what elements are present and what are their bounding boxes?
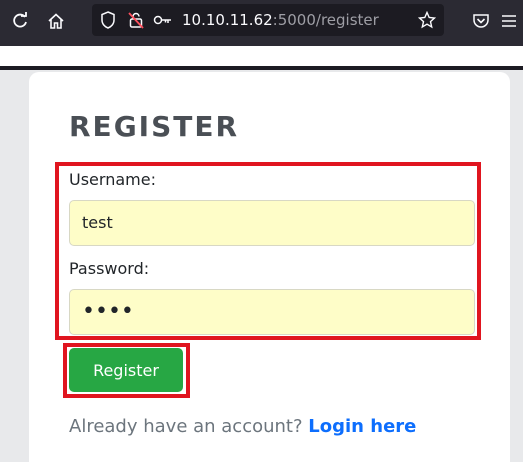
menu-icon[interactable] bbox=[495, 7, 523, 35]
login-prompt-text: Already have an account? bbox=[69, 416, 303, 437]
url-bar[interactable]: 10.10.11.62:5000/register bbox=[92, 4, 444, 36]
home-icon[interactable] bbox=[42, 7, 70, 35]
bookmarks-bar bbox=[0, 46, 523, 66]
login-prompt: Already have an account? Login here bbox=[69, 416, 416, 437]
url-host: 10.10.11.62 bbox=[182, 11, 273, 29]
pocket-icon[interactable] bbox=[467, 7, 495, 35]
highlight-box-button bbox=[63, 343, 190, 398]
login-link[interactable]: Login here bbox=[308, 416, 416, 437]
browser-toolbar: 10.10.11.62:5000/register bbox=[0, 0, 523, 42]
page-title: REGISTER bbox=[69, 110, 240, 143]
url-text[interactable]: 10.10.11.62:5000/register bbox=[182, 4, 379, 36]
reload-icon[interactable] bbox=[6, 7, 34, 35]
toolbar-bottom-border bbox=[0, 66, 523, 70]
lock-slash-icon[interactable] bbox=[125, 4, 147, 36]
highlight-box-fields bbox=[55, 162, 481, 340]
star-icon[interactable] bbox=[416, 4, 438, 36]
key-icon[interactable] bbox=[152, 4, 174, 36]
shield-icon[interactable] bbox=[97, 4, 119, 36]
url-path: :5000/register bbox=[272, 11, 379, 29]
